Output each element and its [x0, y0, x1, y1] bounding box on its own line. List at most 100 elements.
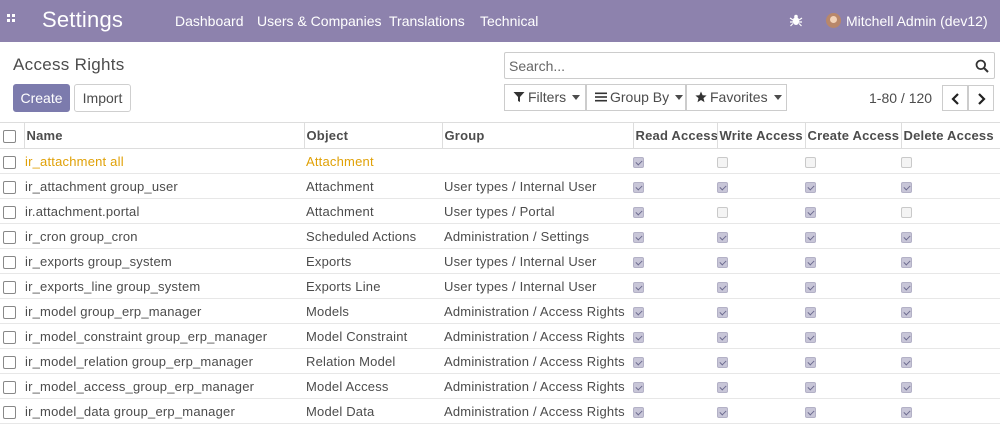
delete-access-checkbox [901, 181, 912, 193]
table-row[interactable]: ir_cron group_cron Scheduled Actions Admin… [0, 223, 1000, 249]
bug-icon[interactable] [789, 13, 803, 27]
delete-access-checkbox [901, 206, 912, 218]
column-header-write[interactable]: Write Access [716, 122, 805, 149]
cell-object: Attachment [304, 173, 442, 199]
pager-next-button[interactable] [968, 85, 994, 111]
cell-delete-access [901, 373, 1000, 399]
delete-access-checkbox [901, 281, 912, 293]
select-all-checkbox[interactable] [0, 122, 24, 149]
row-select-checkbox[interactable] [0, 323, 24, 349]
table-row[interactable]: ir_model_access_group_erp_manager Model A… [0, 373, 1000, 399]
row-select-checkbox[interactable] [0, 298, 24, 324]
row-select-checkbox[interactable] [0, 248, 24, 274]
table-row[interactable]: ir_model group_erp_manager Models Administ… [0, 298, 1000, 324]
cell-read-access [633, 198, 717, 224]
cell-group: Administration / Access Rights [442, 348, 633, 374]
column-header-read[interactable]: Read Access [632, 122, 717, 149]
cell-write-access [717, 173, 805, 199]
cell-group: Administration / Access Rights [442, 373, 633, 399]
column-header-object[interactable]: Object [303, 122, 442, 149]
cell-create-access [805, 323, 901, 349]
write-access-checkbox [717, 406, 728, 418]
chevron-left-icon [951, 93, 959, 105]
table-row[interactable]: ir_model_constraint group_erp_manager Mod… [0, 323, 1000, 349]
create-access-checkbox [805, 206, 816, 218]
cell-read-access [633, 273, 717, 299]
column-header-create[interactable]: Create Access [804, 122, 901, 149]
column-header-group[interactable]: Group [441, 122, 633, 149]
delete-access-checkbox [901, 381, 912, 393]
create-button[interactable]: Create [13, 84, 70, 112]
cell-write-access [717, 248, 805, 274]
cell-group: Administration / Access Rights [442, 398, 633, 424]
write-access-checkbox [717, 306, 728, 318]
delete-access-checkbox [901, 256, 912, 268]
create-access-checkbox [805, 356, 816, 368]
cell-name: ir_model group_erp_manager [24, 298, 304, 324]
search-icon[interactable] [975, 59, 989, 73]
cell-group: User types / Internal User [442, 248, 633, 274]
star-icon [695, 91, 707, 103]
row-select-checkbox[interactable] [0, 398, 24, 424]
groupby-label: Group By [610, 89, 670, 105]
column-header-name[interactable]: Name [23, 122, 304, 149]
cell-group: Administration / Settings [442, 223, 633, 249]
favorites-dropdown[interactable]: Favorites [686, 84, 787, 111]
cell-delete-access [901, 323, 1000, 349]
row-select-checkbox[interactable] [0, 373, 24, 399]
groupby-dropdown[interactable]: Group By [586, 84, 686, 111]
table-row[interactable]: ir_attachment group_user Attachment User t… [0, 173, 1000, 199]
user-avatar[interactable] [826, 13, 841, 28]
write-access-checkbox [717, 206, 728, 218]
cell-group: User types / Internal User [442, 273, 633, 299]
table-row[interactable]: ir_model_data group_erp_manager Model Dat… [0, 398, 1000, 424]
cell-delete-access [901, 273, 1000, 299]
cell-read-access [633, 348, 717, 374]
table-row[interactable]: ir.attachment.portal Attachment User types… [0, 198, 1000, 224]
cell-create-access [805, 148, 901, 174]
row-select-checkbox[interactable] [0, 198, 24, 224]
pager-value[interactable]: 1-80 / 120 [869, 90, 932, 106]
cell-write-access [717, 273, 805, 299]
cell-delete-access [901, 173, 1000, 199]
delete-access-checkbox [901, 156, 912, 168]
import-button[interactable]: Import [74, 84, 131, 112]
apps-grid-icon[interactable] [7, 14, 20, 27]
search-input[interactable] [509, 55, 969, 76]
pager-previous-button[interactable] [942, 85, 968, 111]
cell-name: ir_model_access_group_erp_manager [24, 373, 304, 399]
menu-technical[interactable]: Technical [480, 13, 538, 29]
cell-delete-access [901, 248, 1000, 274]
table-row[interactable]: ir_attachment all Attachment [0, 148, 1000, 174]
table-row[interactable]: ir_exports_line group_system Exports Line… [0, 273, 1000, 299]
filters-dropdown[interactable]: Filters [504, 84, 586, 111]
row-select-checkbox[interactable] [0, 273, 24, 299]
cell-read-access [633, 223, 717, 249]
menu-translations[interactable]: Translations [389, 13, 465, 29]
table-row[interactable]: ir_exports group_system Exports User types… [0, 248, 1000, 274]
cell-object: Exports Line [304, 273, 442, 299]
menu-dashboard[interactable]: Dashboard [175, 13, 244, 29]
cell-object: Relation Model [304, 348, 442, 374]
column-header-delete[interactable]: Delete Access [900, 122, 1000, 149]
filters-label: Filters [528, 89, 567, 105]
row-select-checkbox[interactable] [0, 223, 24, 249]
cell-object: Models [304, 298, 442, 324]
cell-create-access [805, 373, 901, 399]
create-access-checkbox [805, 156, 816, 168]
search-bar [504, 52, 995, 79]
user-menu[interactable]: Mitchell Admin (dev12) [846, 13, 988, 29]
cell-create-access [805, 173, 901, 199]
access-rights-list: Name Object Group Read Access Write Acce… [0, 122, 1000, 424]
delete-access-checkbox [901, 231, 912, 243]
row-select-checkbox[interactable] [0, 348, 24, 374]
menu-users-companies[interactable]: Users & Companies [257, 13, 382, 29]
cell-delete-access [901, 348, 1000, 374]
row-select-checkbox[interactable] [0, 173, 24, 199]
table-row[interactable]: ir_model_relation group_erp_manager Relat… [0, 348, 1000, 374]
cell-object: Attachment [304, 148, 442, 174]
chevron-right-icon [978, 93, 986, 105]
row-select-checkbox[interactable] [0, 148, 24, 174]
cell-name: ir_model_relation group_erp_manager [24, 348, 304, 374]
cell-object: Attachment [304, 198, 442, 224]
